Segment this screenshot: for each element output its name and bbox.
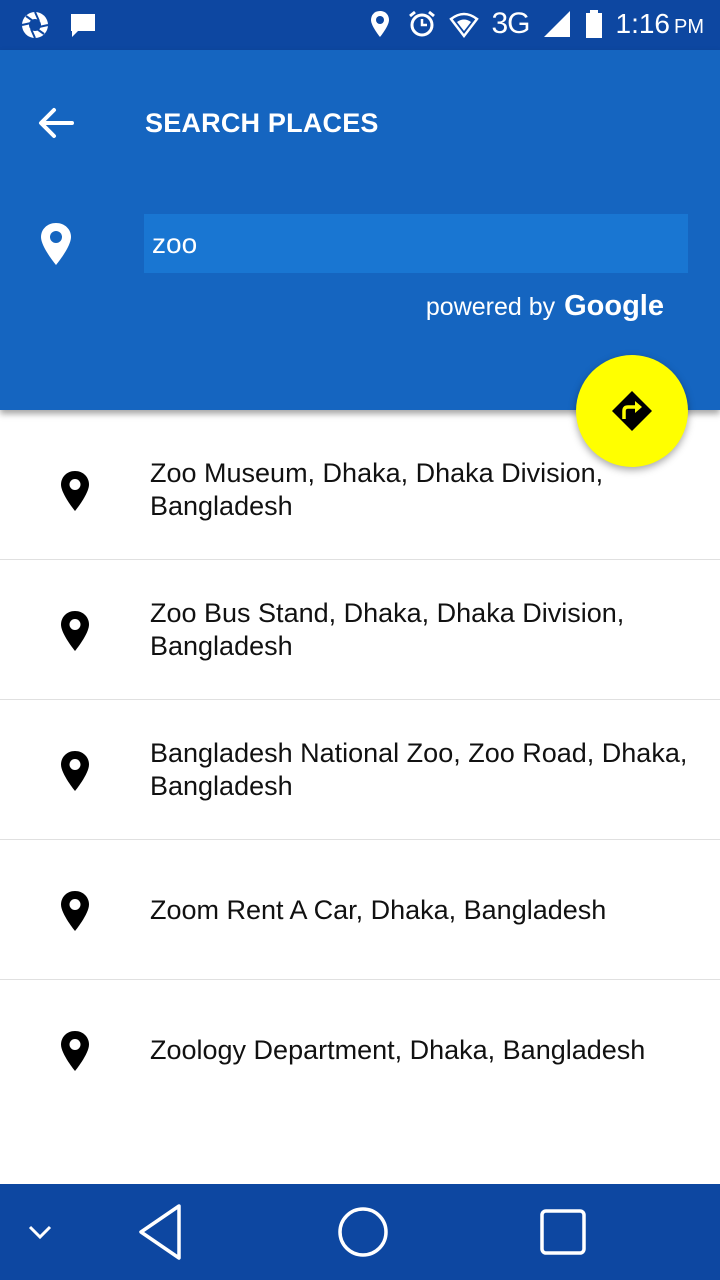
location-icon <box>371 11 390 37</box>
result-text: Zoom Rent A Car, Dhaka, Bangladesh <box>150 840 700 980</box>
result-text: Zoo Bus Stand, Dhaka, Dhaka Division, Ban… <box>150 560 700 700</box>
wifi-icon <box>449 12 480 39</box>
clock: 1:16 PM <box>616 8 705 40</box>
system-nav-bar <box>0 1184 720 1280</box>
nav-home-icon[interactable] <box>335 1204 391 1260</box>
location-pin-icon <box>41 223 71 265</box>
clock-ampm: PM <box>674 16 704 38</box>
result-line2: Bangladesh <box>150 771 293 801</box>
place-pin-icon <box>61 751 89 791</box>
nav-back-icon[interactable] <box>135 1202 185 1262</box>
page-title: SEARCH PLACES <box>145 108 379 138</box>
place-pin-icon <box>61 1031 89 1071</box>
result-line2: Bangladesh <box>150 631 293 661</box>
camera-aperture-icon <box>21 11 49 39</box>
result-line2: Bangladesh <box>150 491 293 521</box>
result-line1: Zoo Bus Stand, Dhaka, Dhaka Division, <box>150 598 625 628</box>
result-item[interactable]: Bangladesh National Zoo, Zoo Road, Dhaka… <box>0 700 720 840</box>
result-line1: Zoology Department, Dhaka, Bangladesh <box>150 1034 646 1065</box>
result-line1: Zoom Rent A Car, Dhaka, Bangladesh <box>150 894 607 925</box>
alarm-icon <box>409 10 436 37</box>
result-line1: Bangladesh National Zoo, Zoo Road, Dhaka… <box>150 738 688 768</box>
clock-time: 1:16 <box>615 8 671 39</box>
result-text: Zoology Department, Dhaka, Bangladesh <box>150 980 700 1120</box>
status-bar: 3G 1:16 PM <box>0 0 720 50</box>
powered-by-google: powered by Google <box>426 290 664 323</box>
nav-recents-icon[interactable] <box>538 1207 588 1257</box>
signal-icon <box>543 11 570 37</box>
network-type-label: 3G <box>491 7 530 40</box>
battery-icon <box>585 10 602 38</box>
result-item[interactable]: Zoom Rent A Car, Dhaka, Bangladesh <box>0 840 720 980</box>
message-icon <box>71 14 95 37</box>
app-header: SEARCH PLACES powered by Google <box>0 50 720 410</box>
search-results-list: Zoo Museum, Dhaka, Dhaka Division, Bangla… <box>0 420 720 1120</box>
place-pin-icon <box>61 471 89 511</box>
place-pin-icon <box>61 611 89 651</box>
search-input[interactable] <box>144 214 688 273</box>
directions-icon <box>612 391 652 431</box>
google-logo-text: Google <box>564 290 664 322</box>
powered-by-label: powered by <box>425 293 556 321</box>
back-arrow-icon[interactable] <box>36 103 76 143</box>
chevron-down-icon[interactable] <box>25 1217 55 1247</box>
result-item[interactable]: Zoology Department, Dhaka, Bangladesh <box>0 980 720 1120</box>
result-item[interactable]: Zoo Bus Stand, Dhaka, Dhaka Division, Ban… <box>0 560 720 700</box>
place-pin-icon <box>61 891 89 931</box>
result-text: Bangladesh National Zoo, Zoo Road, Dhaka… <box>150 700 700 840</box>
directions-button[interactable] <box>576 355 688 467</box>
result-line1: Zoo Museum, Dhaka, Dhaka Division, <box>150 458 604 488</box>
